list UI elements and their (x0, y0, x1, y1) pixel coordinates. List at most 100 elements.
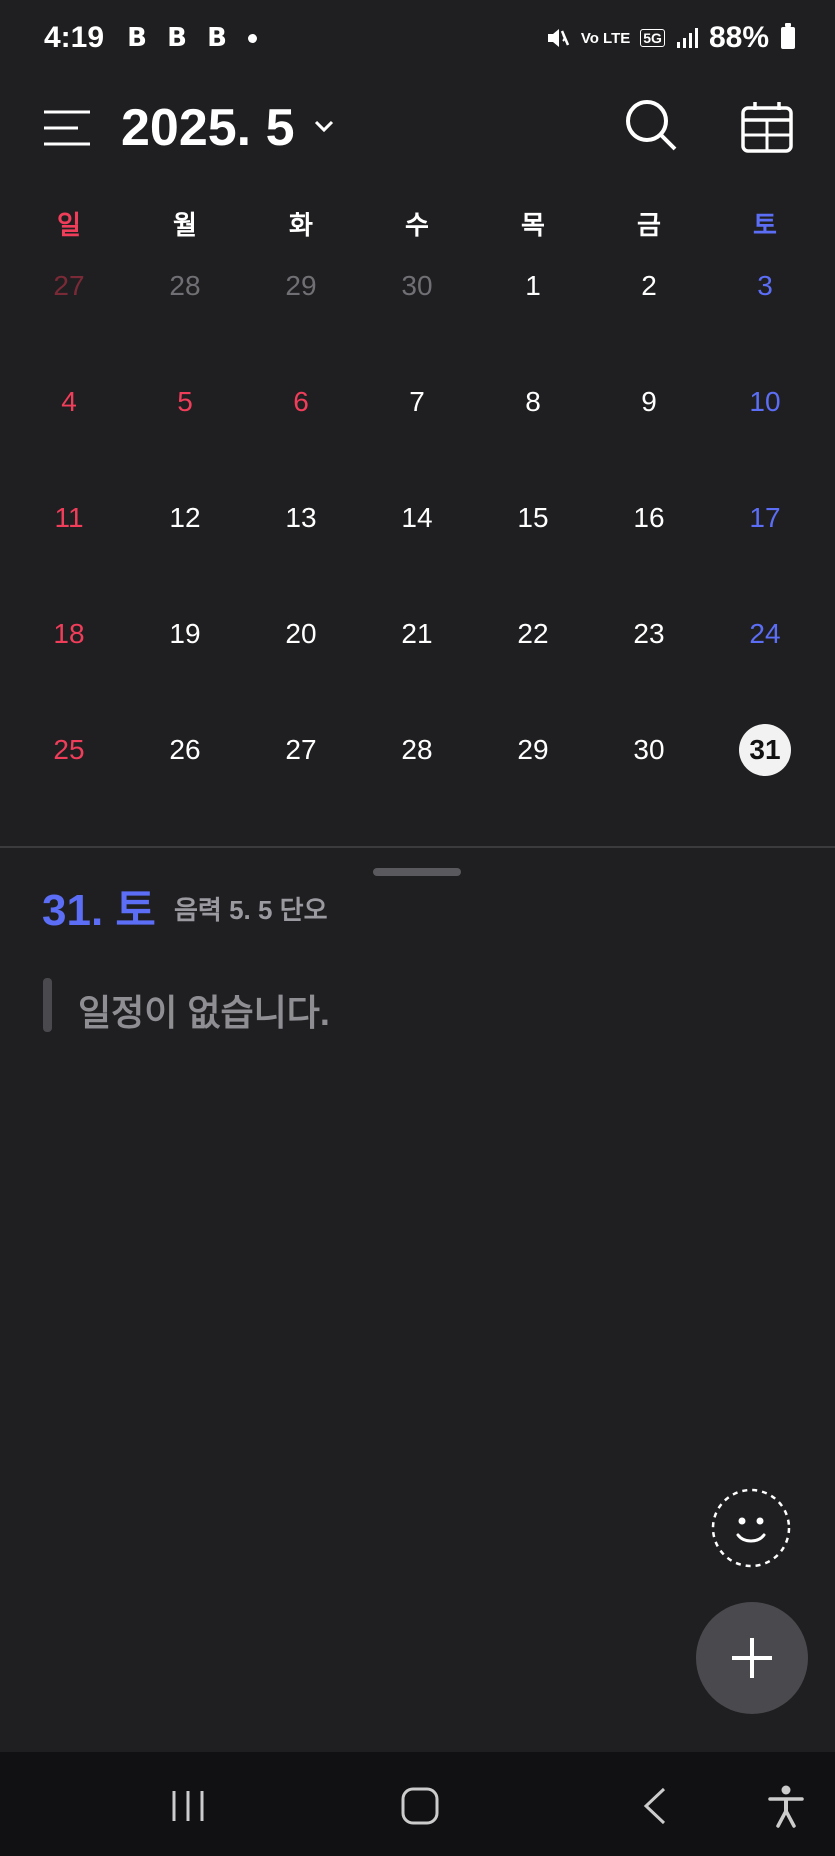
system-nav-bar (0, 1752, 835, 1856)
day-number: 22 (517, 618, 549, 649)
app-notification-icon: B (207, 23, 227, 53)
day-cell[interactable]: 24 (707, 608, 823, 660)
day-cell[interactable]: 6 (243, 376, 359, 428)
day-cell[interactable]: 14 (359, 492, 475, 544)
calendar-view-icon[interactable] (740, 100, 794, 154)
day-number: 4 (61, 386, 77, 417)
day-cell[interactable]: 21 (359, 608, 475, 660)
day-number: 14 (401, 502, 433, 533)
accessibility-icon[interactable] (766, 1784, 806, 1828)
mute-icon (547, 29, 569, 47)
signal-icon (676, 28, 698, 48)
day-cell[interactable]: 7 (359, 376, 475, 428)
day-cell[interactable]: 27 (11, 260, 127, 312)
back-icon[interactable] (640, 1786, 670, 1826)
day-number: 25 (53, 734, 85, 765)
add-event-button[interactable] (696, 1602, 808, 1714)
day-cell[interactable]: 26 (127, 724, 243, 776)
day-number: 10 (749, 386, 781, 417)
day-cell[interactable]: 2 (591, 260, 707, 312)
day-cell[interactable]: 4 (11, 376, 127, 428)
day-cell[interactable]: 18 (11, 608, 127, 660)
day-number: 30 (633, 734, 665, 765)
day-cell[interactable]: 8 (475, 376, 591, 428)
volte-label: Vo LTE (580, 29, 631, 47)
day-number: 29 (285, 270, 317, 301)
weekday-thursday: 목 (521, 210, 545, 240)
day-cell[interactable]: 19 (127, 608, 243, 660)
day-cell[interactable]: 28 (359, 724, 475, 776)
day-cell[interactable]: 9 (591, 376, 707, 428)
menu-icon[interactable] (42, 108, 92, 148)
chevron-down-icon[interactable] (312, 114, 336, 138)
divider (0, 846, 835, 848)
app-notification-icon: B (167, 23, 187, 53)
battery-icon (781, 23, 795, 49)
sticker-emoji-button[interactable] (711, 1488, 791, 1568)
day-cell[interactable]: 3 (707, 260, 823, 312)
day-cell[interactable]: 22 (475, 608, 591, 660)
day-number: 8 (525, 386, 541, 417)
day-cell[interactable]: 27 (243, 724, 359, 776)
day-number: 31 (739, 724, 791, 776)
day-cell[interactable]: 29 (243, 260, 359, 312)
day-number: 23 (633, 618, 665, 649)
weekday-sunday: 일 (57, 210, 81, 240)
status-time: 4:19 (44, 21, 105, 54)
day-cell[interactable]: 11 (11, 492, 127, 544)
day-number: 7 (409, 386, 425, 417)
day-cell[interactable]: 12 (127, 492, 243, 544)
day-number: 16 (633, 502, 665, 533)
day-number: 18 (53, 618, 85, 649)
day-number: 21 (401, 618, 433, 649)
agenda-accent-bar (43, 978, 52, 1032)
day-cell[interactable]: 25 (11, 724, 127, 776)
day-cell[interactable]: 16 (591, 492, 707, 544)
status-bar: 4:19 B B B Vo LTE 5G 88% (0, 0, 835, 76)
recent-apps-icon[interactable] (168, 1788, 208, 1824)
drag-handle[interactable] (373, 868, 461, 876)
day-cell[interactable]: 10 (707, 376, 823, 428)
day-cell[interactable]: 30 (591, 724, 707, 776)
day-cell[interactable]: 5 (127, 376, 243, 428)
day-cell[interactable]: 17 (707, 492, 823, 544)
day-number: 1 (525, 270, 541, 301)
day-cell[interactable]: 15 (475, 492, 591, 544)
day-number: 29 (517, 734, 549, 765)
day-cell[interactable]: 29 (475, 724, 591, 776)
day-cell[interactable]: 20 (243, 608, 359, 660)
status-bar-left: 4:19 B B B (44, 21, 258, 55)
weekday-saturday: 토 (753, 210, 777, 240)
network-type-badge: 5G (640, 29, 665, 47)
day-number: 20 (285, 618, 317, 649)
month-grid: 27 28 29 30 1 2 3 4 5 6 7 8 9 10 11 12 13 14 15 16 17 18 19 20 2… (11, 260, 823, 840)
day-cell[interactable]: 28 (127, 260, 243, 312)
weekday-friday: 금 (637, 210, 661, 240)
day-number: 28 (169, 270, 201, 301)
week-row: 4 5 6 7 8 9 10 (11, 376, 823, 492)
day-number: 15 (517, 502, 549, 533)
day-number: 9 (641, 386, 657, 417)
empty-agenda-message: 일정이 없습니다. (78, 992, 330, 1033)
month-title[interactable]: 2025. 5 (121, 98, 295, 158)
week-row: 27 28 29 30 1 2 3 (11, 260, 823, 376)
battery-percent: 88% (708, 21, 769, 54)
day-number: 6 (293, 386, 309, 417)
day-cell-today[interactable]: 31 (707, 724, 823, 776)
day-number: 19 (169, 618, 201, 649)
day-number: 28 (401, 734, 433, 765)
calendar-header: 2025. 5 (0, 84, 835, 172)
weekday-header-row: 일 월 화 수 목 금 토 (11, 205, 823, 242)
search-icon[interactable] (624, 98, 678, 152)
day-cell[interactable]: 1 (475, 260, 591, 312)
day-cell[interactable]: 30 (359, 260, 475, 312)
weekday-tuesday: 화 (289, 210, 313, 240)
day-cell[interactable]: 23 (591, 608, 707, 660)
day-number: 5 (177, 386, 193, 417)
day-cell[interactable]: 13 (243, 492, 359, 544)
home-icon[interactable] (400, 1786, 440, 1826)
day-number: 17 (749, 502, 781, 533)
day-number: 27 (285, 734, 317, 765)
plus-icon (732, 1638, 772, 1678)
day-number: 24 (749, 618, 781, 649)
